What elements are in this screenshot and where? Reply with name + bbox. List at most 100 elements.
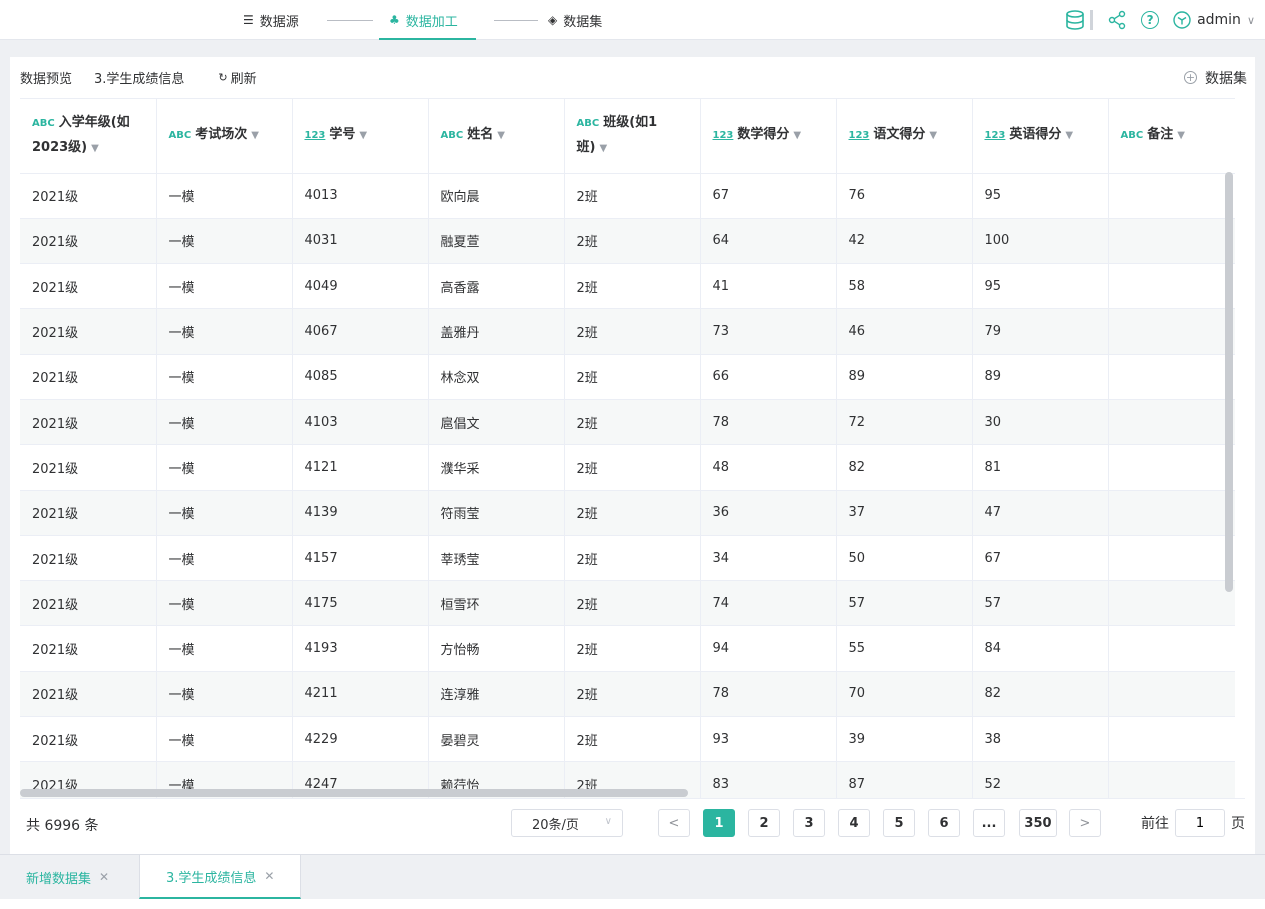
column-header[interactable]: ABC 姓名 ▼	[428, 99, 565, 174]
table-cell	[1108, 218, 1235, 265]
dataset-name: 3.学生成绩信息	[94, 72, 185, 87]
page-button[interactable]: 1	[703, 809, 735, 837]
table-cell: 2021级	[20, 535, 157, 582]
step-label: 数据加工	[405, 14, 458, 30]
caret-down-icon[interactable]: ▼	[929, 130, 937, 141]
table-cell: 70	[836, 671, 973, 718]
prev-page-button[interactable]: <	[658, 809, 690, 837]
table-cell: 64	[700, 218, 837, 265]
page-button[interactable]: 2	[748, 809, 780, 837]
caret-down-icon[interactable]: ▼	[497, 130, 505, 141]
table-cell: 2班	[564, 671, 701, 718]
vertical-scrollbar[interactable]	[1225, 172, 1233, 592]
table-cell: 2021级	[20, 173, 157, 219]
table-row: 2021级 一模 4031 融夏萱 2班 64 42 100	[20, 218, 1235, 265]
table-cell: 方怡畅	[428, 625, 565, 672]
text-type-icon: ABC	[440, 130, 464, 142]
caret-down-icon[interactable]: ▼	[91, 143, 99, 154]
table-cell: 79	[972, 308, 1109, 355]
table-cell: 2021级	[20, 444, 157, 491]
caret-down-icon[interactable]: ▼	[599, 143, 607, 154]
table-cell: 55	[836, 625, 973, 672]
step-processing[interactable]: ♣ 数据加工	[389, 0, 458, 40]
column-header-label: 英语得分	[1009, 127, 1062, 143]
table-cell: 2班	[564, 444, 701, 491]
table-cell: 39	[836, 716, 973, 763]
text-type-icon: ABC	[168, 130, 192, 142]
table-cell: 72	[836, 399, 973, 446]
table-cell: 高香露	[428, 263, 565, 310]
table-cell: 81	[972, 444, 1109, 491]
table-cell: 82	[972, 671, 1109, 718]
table-row: 2021级 一模 4121 濮华采 2班 48 82 81	[20, 444, 1235, 491]
add-dataset-button[interactable]: + 数据集	[1184, 57, 1247, 98]
table-cell	[1108, 761, 1235, 798]
share-icon[interactable]	[1107, 10, 1127, 30]
column-header[interactable]: ABC 入学年级(如2023级) ▼	[20, 99, 157, 174]
table-row: 2021级 一模 4013 欧向晨 2班 67 76 95	[20, 173, 1235, 219]
table-cell	[1108, 535, 1235, 582]
help-icon[interactable]: ?	[1141, 11, 1160, 29]
refresh-button[interactable]: ↻ 刷新	[218, 68, 256, 87]
cluster-icon: ♣	[389, 13, 400, 27]
column-header[interactable]: ABC 考试场次 ▼	[156, 99, 293, 174]
close-icon[interactable]: ✕	[99, 870, 109, 884]
step-dataset[interactable]: ◈ 数据集	[548, 0, 602, 40]
text-type-icon: ABC	[576, 117, 600, 129]
table-row: 2021级 一模 4157 莘琇莹 2班 34 50 67	[20, 535, 1235, 582]
table-cell: 2021级	[20, 308, 157, 355]
chevron-down-icon: ∨	[1246, 13, 1255, 27]
table-cell: 一模	[156, 625, 293, 672]
step-connector	[327, 20, 373, 21]
table-cell: 一模	[156, 444, 293, 491]
number-type-icon: 123	[712, 130, 734, 142]
column-header[interactable]: 123 英语得分 ▼	[972, 99, 1109, 174]
page-button[interactable]: 350	[1019, 809, 1057, 837]
table-cell: 67	[972, 535, 1109, 582]
step-datasource[interactable]: ☰ 数据源	[243, 0, 299, 40]
horizontal-scrollbar[interactable]	[20, 789, 688, 797]
table-cell: 4013	[292, 173, 429, 219]
caret-down-icon[interactable]: ▼	[251, 130, 259, 141]
column-header[interactable]: 123 语文得分 ▼	[836, 99, 973, 174]
column-header[interactable]: 123 数学得分 ▼	[700, 99, 837, 174]
table-cell: 2班	[564, 354, 701, 400]
table-cell: 一模	[156, 490, 293, 536]
column-header[interactable]: 123 学号 ▼	[292, 99, 429, 174]
table-cell: 2班	[564, 490, 701, 536]
page-button[interactable]: 3	[793, 809, 825, 837]
caret-down-icon[interactable]: ▼	[1177, 130, 1185, 141]
caret-down-icon[interactable]: ▼	[793, 130, 801, 141]
table-cell: 4211	[292, 671, 429, 718]
database-icon[interactable]	[1064, 9, 1086, 31]
column-header[interactable]: ABC 备注 ▼	[1108, 99, 1235, 174]
page-button[interactable]: 5	[883, 809, 915, 837]
page-size-select[interactable]: 20条/页 ∨	[511, 809, 623, 837]
table-row: 2021级 一模 4049 高香露 2班 41 58 95	[20, 263, 1235, 310]
chevron-down-icon: ∨	[604, 816, 612, 827]
page-button[interactable]: 4	[838, 809, 870, 837]
table-cell: 一模	[156, 218, 293, 265]
table-cell: 4085	[292, 354, 429, 400]
table-cell: 扈倡文	[428, 399, 565, 446]
tab-student-scores[interactable]: 3.学生成绩信息 ✕	[139, 855, 302, 899]
table-row: 2021级 一模 4229 晏碧灵 2班 93 39 38	[20, 716, 1235, 763]
caret-down-icon[interactable]: ▼	[1065, 130, 1073, 141]
goto-page-input[interactable]	[1175, 809, 1225, 837]
refresh-label: 刷新	[230, 72, 257, 87]
plus-circle-icon: +	[1184, 71, 1197, 84]
close-icon[interactable]: ✕	[264, 869, 274, 883]
table-cell: 34	[700, 535, 837, 582]
data-grid: ABC 入学年级(如2023级) ▼ ABC 考试场次 ▼ 123 学号 ▼ ABC 姓名 ▼ ABC 班…	[20, 98, 1235, 798]
tab-label: 新增数据集	[26, 871, 92, 887]
more-pages-button[interactable]: ...	[973, 809, 1005, 837]
user-menu[interactable]: admin ∨	[1173, 11, 1255, 29]
table-cell: 林念双	[428, 354, 565, 400]
table-cell: 桓雪环	[428, 580, 565, 627]
page-button[interactable]: 6	[928, 809, 960, 837]
tab-new-dataset[interactable]: 新增数据集 ✕	[0, 855, 135, 899]
next-page-button[interactable]: >	[1069, 809, 1101, 837]
column-header[interactable]: ABC 班级(如1班) ▼	[564, 99, 701, 174]
caret-down-icon[interactable]: ▼	[359, 130, 367, 141]
table-cell: 84	[972, 625, 1109, 672]
